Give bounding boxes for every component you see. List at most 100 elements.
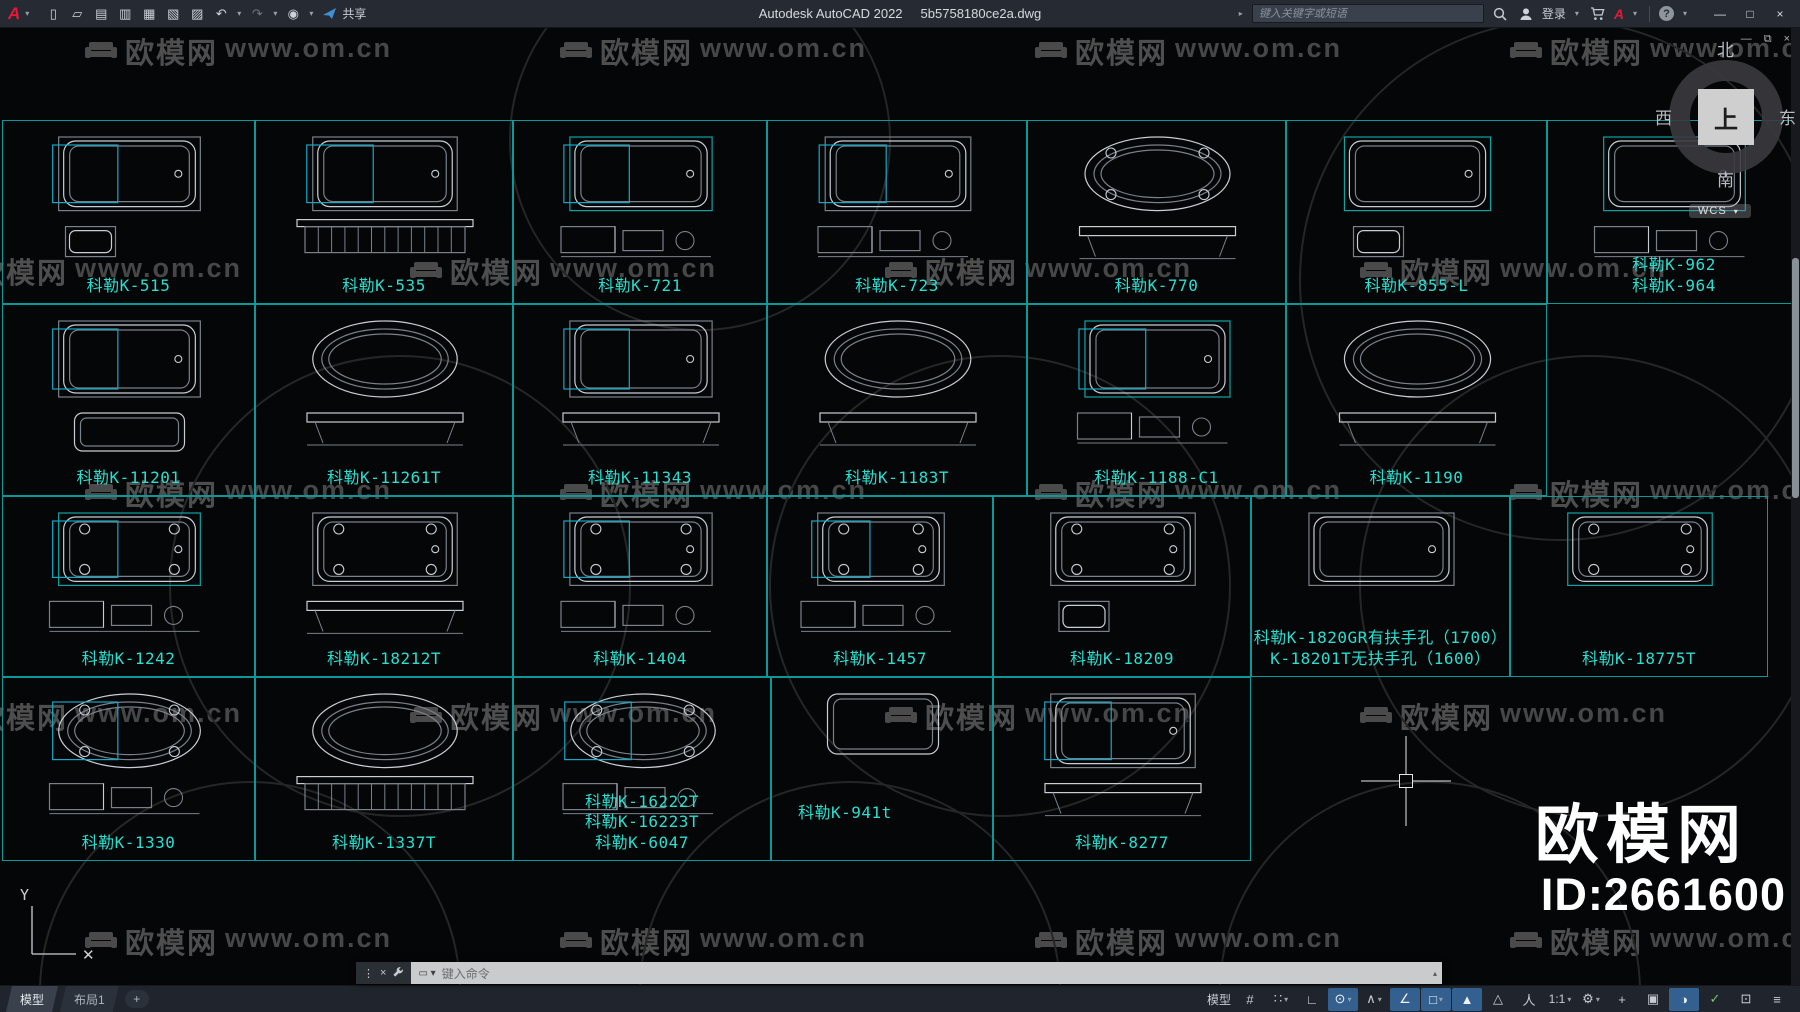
doc-restore-button[interactable]: ⧉ bbox=[1764, 33, 1772, 46]
catalog-cell[interactable]: 科勒K-1330 bbox=[2, 677, 255, 861]
object-snap-icon[interactable]: □ ▾ bbox=[1421, 987, 1451, 1011]
viewcube-south[interactable]: 南 bbox=[1717, 166, 1734, 191]
tab-model[interactable]: 模型 bbox=[6, 986, 58, 1012]
undo-button[interactable]: ↶ bbox=[210, 3, 232, 25]
catalog-cell[interactable]: 科勒K-8277 bbox=[993, 677, 1251, 861]
autoscale-icon[interactable]: △ bbox=[1483, 988, 1513, 1011]
viewcube[interactable]: 北 西 上 东 南 WCS ▾ bbox=[1655, 36, 1796, 236]
viewcube-north[interactable]: 北 bbox=[1717, 36, 1734, 61]
drawing-canvas[interactable]: — ⧉ × 欧模网 www.om.cn 欧模网 www.om.cn 欧模网 www.om.… bbox=[0, 28, 1800, 985]
snap-mode-icon[interactable]: ∷ ▾ bbox=[1266, 988, 1296, 1011]
catalog-cell[interactable]: 科勒K-11201 bbox=[2, 304, 255, 496]
new-layout-button[interactable]: + bbox=[124, 990, 149, 1008]
isometric-drafting-icon[interactable]: ∧ ▾ bbox=[1359, 988, 1389, 1011]
help-dropdown-icon[interactable]: ▾ bbox=[1683, 9, 1687, 18]
catalog-cell[interactable]: 科勒K-1188-C1 bbox=[1027, 304, 1286, 496]
user-avatar-icon[interactable] bbox=[1516, 4, 1536, 24]
command-input[interactable]: ▭ ▾ 键入命令 ▴ bbox=[411, 962, 1442, 984]
close-button[interactable]: × bbox=[1766, 3, 1794, 25]
publish-button[interactable]: ▧ bbox=[162, 3, 184, 25]
catalog-cell[interactable]: 科勒K-721 bbox=[513, 120, 767, 304]
help-icon[interactable]: ? bbox=[1658, 6, 1674, 21]
share-label[interactable]: 共享 bbox=[342, 5, 366, 22]
site-id-stamp: 欧模网 ID:2661600 bbox=[1535, 800, 1786, 920]
customization-icon[interactable]: ≡ bbox=[1762, 988, 1792, 1011]
crosshair-cursor bbox=[1361, 736, 1451, 826]
viewcube-top-face[interactable]: 上 bbox=[1698, 89, 1754, 145]
save-button[interactable]: ▤ bbox=[90, 3, 112, 25]
search-icon[interactable] bbox=[1490, 4, 1510, 24]
grid-display-icon[interactable]: # bbox=[1235, 988, 1265, 1011]
doc-minimize-button[interactable]: — bbox=[1741, 33, 1752, 46]
login-dropdown-icon[interactable]: ▾ bbox=[1575, 9, 1579, 18]
login-button[interactable]: 登录 bbox=[1542, 5, 1566, 22]
tub-model-label: 科勒K-1190 bbox=[1369, 468, 1464, 488]
maximize-button[interactable]: □ bbox=[1736, 3, 1764, 25]
tab-layout1[interactable]: 布局1 bbox=[60, 986, 119, 1012]
minimize-button[interactable]: — bbox=[1706, 3, 1734, 25]
share-icon[interactable] bbox=[318, 3, 340, 25]
isolate-objects-icon[interactable]: ▣ bbox=[1638, 988, 1668, 1011]
tub-model-label: 科勒K-11261T bbox=[326, 468, 442, 488]
catalog-cell[interactable]: 科勒K-941t bbox=[771, 677, 993, 861]
catalog-cell[interactable]: 科勒K-1820GR有扶手孔（1700） K-18201T无扶手孔（1600） bbox=[1251, 496, 1510, 677]
catalog-cell[interactable]: 科勒K-1242 bbox=[2, 496, 255, 677]
model-space-toggle[interactable]: 模型 bbox=[1204, 988, 1234, 1011]
catalog-cell[interactable]: 科勒K-1457 bbox=[767, 496, 993, 677]
catalog-cell[interactable]: 科勒K-18775T bbox=[1510, 496, 1768, 677]
redo-button[interactable]: ↷ bbox=[246, 3, 268, 25]
annotation-scale-value[interactable]: 1:1 ▾ bbox=[1545, 988, 1575, 1011]
catalog-cell[interactable]: 科勒K-18209 bbox=[993, 496, 1251, 677]
qat-customize-icon[interactable]: ▾ bbox=[309, 9, 313, 18]
scrollbar-thumb[interactable] bbox=[1792, 258, 1799, 498]
undo-dropdown-icon[interactable]: ▾ bbox=[237, 9, 241, 18]
viewcube-east[interactable]: 东 bbox=[1779, 104, 1796, 129]
autodesk-app-icon[interactable]: A bbox=[1614, 6, 1624, 22]
polar-tracking-icon[interactable]: ⊙ ▾ bbox=[1328, 987, 1358, 1011]
catalog-cell[interactable]: 科勒K-1190 bbox=[1286, 304, 1547, 496]
catalog-cell[interactable]: 科勒K-723 bbox=[767, 120, 1027, 304]
catalog-cell[interactable]: 科勒K-11261T bbox=[255, 304, 513, 496]
annotation-scale-icon[interactable]: 人 bbox=[1514, 988, 1544, 1011]
open-file-button[interactable]: ▱ bbox=[66, 3, 88, 25]
command-bar-grip[interactable]: ⋮ bbox=[363, 967, 374, 980]
ortho-mode-icon[interactable]: ∟ bbox=[1297, 988, 1327, 1011]
redo-dropdown-icon[interactable]: ▾ bbox=[273, 9, 277, 18]
command-history-icon[interactable]: ▴ bbox=[1433, 969, 1437, 978]
clean-screen-icon[interactable]: ⊡ bbox=[1731, 988, 1761, 1011]
app-store-cart-icon[interactable] bbox=[1588, 4, 1608, 24]
site-id-watermark: ID:2661600 bbox=[1540, 869, 1786, 920]
chevron-down-icon[interactable]: ▾ bbox=[25, 9, 29, 18]
print-button[interactable]: ▨ bbox=[186, 3, 208, 25]
command-tools-icon[interactable] bbox=[392, 966, 404, 981]
new-file-button[interactable]: ▯ bbox=[42, 3, 64, 25]
graphics-performance-icon[interactable]: ✓ bbox=[1700, 988, 1730, 1011]
autocad-logo-icon[interactable]: A bbox=[8, 4, 20, 24]
wcs-dropdown[interactable]: WCS ▾ bbox=[1689, 204, 1751, 218]
catalog-cell[interactable]: 科勒K-1404 bbox=[513, 496, 767, 677]
save-as-button[interactable]: ▥ bbox=[114, 3, 136, 25]
annotation-monitor-icon[interactable]: + bbox=[1607, 988, 1637, 1011]
catalog-cell[interactable]: 科勒K-1183T bbox=[767, 304, 1027, 496]
search-input[interactable] bbox=[1251, 4, 1484, 23]
autodesk-app-dropdown-icon[interactable]: ▾ bbox=[1633, 9, 1637, 18]
catalog-cell[interactable]: 科勒K-1337T bbox=[255, 677, 513, 861]
catalog-cell[interactable]: 科勒K-770 bbox=[1027, 120, 1286, 304]
command-bar-close-icon[interactable]: × bbox=[380, 967, 386, 979]
catalog-cell[interactable]: 科勒K-855-L bbox=[1286, 120, 1547, 304]
viewcube-west[interactable]: 西 bbox=[1655, 104, 1672, 129]
annotation-visibility-icon[interactable]: ▲ bbox=[1452, 987, 1482, 1011]
catalog-cell[interactable]: 科勒K-18212T bbox=[255, 496, 513, 677]
catalog-cell[interactable]: 科勒K-11343 bbox=[513, 304, 767, 496]
plot-button[interactable]: ▦ bbox=[138, 3, 160, 25]
object-snap-tracking-icon[interactable]: ∠ bbox=[1390, 987, 1420, 1011]
recent-commands-icon[interactable]: ▭ ▾ bbox=[418, 968, 435, 979]
render-tool-icon[interactable]: ◉ bbox=[282, 3, 304, 25]
catalog-cell[interactable]: 科勒K-515 bbox=[2, 120, 255, 304]
catalog-cell[interactable]: 科勒K-535 bbox=[255, 120, 513, 304]
doc-close-button[interactable]: × bbox=[1784, 33, 1790, 46]
hardware-acceleration-icon[interactable]: ◑ bbox=[1669, 987, 1699, 1011]
workspace-switching-icon[interactable]: ⚙ ▾ bbox=[1576, 988, 1606, 1011]
search-flyout-icon[interactable]: ▸ bbox=[1239, 9, 1243, 18]
catalog-cell[interactable]: 科勒K-16222T 科勒K-16223T 科勒K-6047 bbox=[513, 677, 771, 861]
